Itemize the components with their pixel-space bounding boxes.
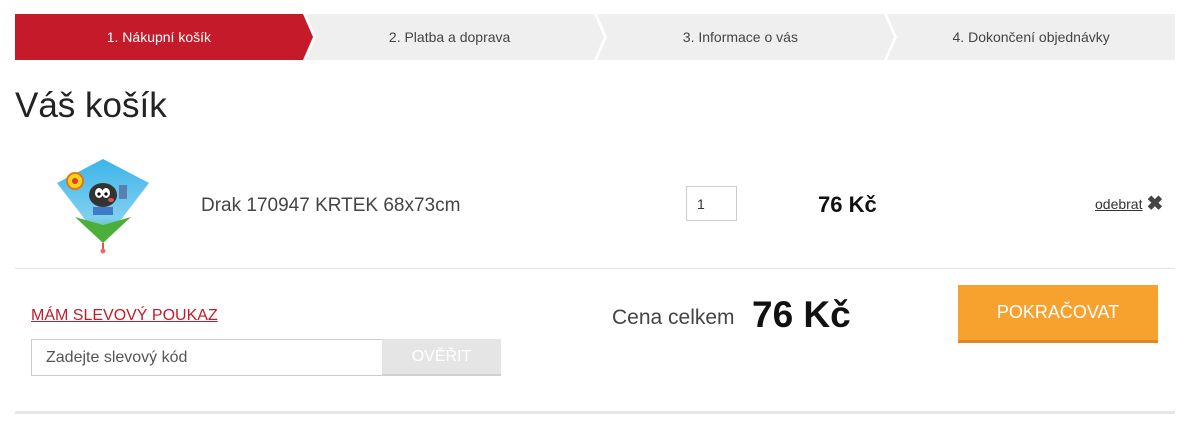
cart-item-row: Drak 170947 KRTEK 68x73cm 76 Kč odebrat … xyxy=(15,150,1175,269)
kite-product-image[interactable] xyxy=(55,155,151,255)
step-arrow-icon xyxy=(302,14,313,60)
item-price: 76 Kč xyxy=(818,192,877,217)
step-label: 4. Dokončení objednávky xyxy=(952,29,1110,45)
page-title: Váš košík xyxy=(15,86,167,125)
step-payment-shipping[interactable]: 2. Platba a doprava xyxy=(305,14,604,60)
total-label: Cena celkem xyxy=(612,306,735,329)
step-cart[interactable]: 1. Nákupní košík xyxy=(15,14,313,60)
quantity-input[interactable] xyxy=(686,186,737,221)
divider xyxy=(15,411,1175,414)
remove-label[interactable]: odebrat xyxy=(1095,196,1142,212)
close-icon[interactable]: ✖ xyxy=(1146,194,1163,214)
step-arrow-icon xyxy=(593,14,604,60)
step-order-completion[interactable]: 4. Dokončení objednávky xyxy=(887,14,1175,60)
checkout-steps: 1. Nákupní košík 2. Platba a doprava 3. … xyxy=(15,14,1175,60)
step-customer-info[interactable]: 3. Informace o vás xyxy=(596,14,895,60)
voucher-toggle-link[interactable]: MÁM SLEVOVÝ POUKAZ xyxy=(31,307,218,325)
step-arrow-icon xyxy=(884,14,895,60)
step-label: 1. Nákupní košík xyxy=(106,29,212,45)
total-price: 76 Kč xyxy=(752,294,851,335)
step-label: 2. Platba a doprava xyxy=(388,29,511,45)
step-label: 3. Informace o vás xyxy=(682,29,798,45)
continue-button[interactable]: POKRAČOVAT xyxy=(958,285,1158,343)
verify-voucher-button[interactable]: OVĚŘIT xyxy=(382,339,501,376)
product-name[interactable]: Drak 170947 KRTEK 68x73cm xyxy=(201,195,460,217)
voucher-code-input[interactable] xyxy=(31,339,383,376)
remove-item-button[interactable]: odebrat ✖ xyxy=(1095,194,1163,214)
